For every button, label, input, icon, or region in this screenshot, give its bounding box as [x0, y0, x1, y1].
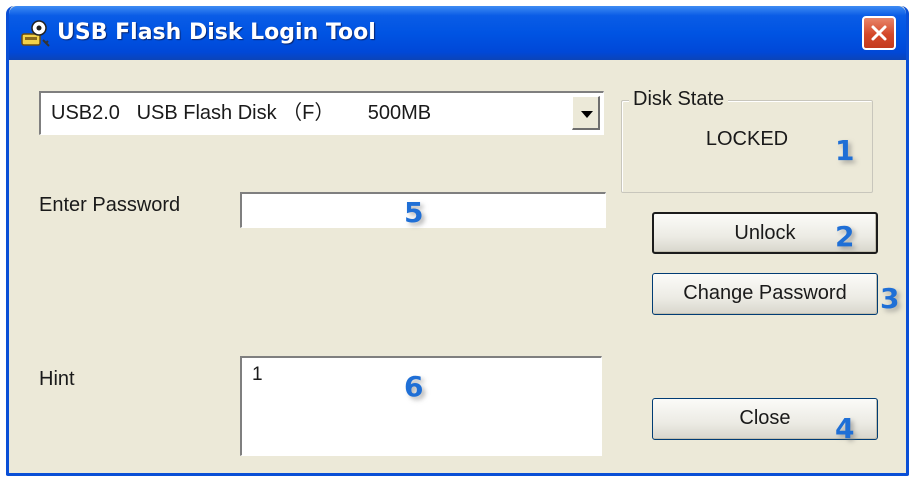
- password-label: Enter Password: [39, 194, 181, 216]
- disk-state-legend: Disk State: [629, 88, 729, 111]
- close-icon[interactable]: [862, 16, 896, 50]
- login-tool-window: USB Flash Disk Login Tool USB2.0 USB Fla…: [6, 6, 909, 476]
- change-password-button[interactable]: Change Password: [652, 273, 878, 315]
- close-x-glyph: [871, 25, 887, 41]
- callout-marker-5: 5: [404, 196, 424, 229]
- callout-marker-1: 1: [835, 134, 855, 167]
- hint-label: Hint: [39, 368, 75, 390]
- callout-marker-6: 6: [404, 370, 424, 403]
- callout-marker-2: 2: [835, 220, 855, 253]
- disk-select-value: USB2.0 USB Flash Disk （F） 500MB: [51, 102, 432, 124]
- chevron-down-icon[interactable]: [572, 96, 600, 130]
- title-bar[interactable]: USB Flash Disk Login Tool: [9, 6, 906, 60]
- callout-marker-4: 4: [835, 412, 855, 445]
- disk-select-dropdown[interactable]: USB2.0 USB Flash Disk （F） 500MB: [39, 91, 604, 135]
- callout-marker-3: 3: [880, 282, 900, 315]
- window-title: USB Flash Disk Login Tool: [57, 20, 376, 45]
- usb-key-app-icon: [21, 20, 50, 47]
